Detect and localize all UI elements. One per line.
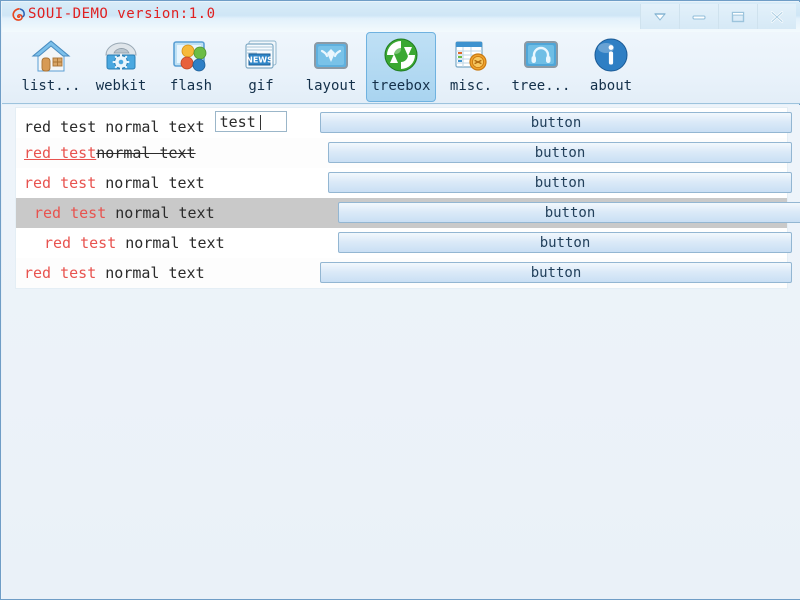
row-label-gap: [106, 204, 115, 222]
skin-button[interactable]: [640, 4, 679, 29]
row-button[interactable]: button: [320, 112, 792, 133]
close-icon: [770, 10, 784, 23]
row-button[interactable]: button: [328, 172, 792, 193]
minimize-button[interactable]: [679, 4, 718, 29]
table-row[interactable]: red test normal text button: [16, 198, 800, 228]
row-labels: red test normal text: [24, 264, 205, 282]
home-house-icon: [30, 35, 72, 77]
table-row[interactable]: red test normal text button: [16, 228, 792, 258]
row-red-label: red test: [24, 264, 97, 282]
toolbar-item-tree[interactable]: tree...: [506, 32, 576, 102]
row-labels: red test normal text: [24, 174, 205, 192]
toolbar-item-about[interactable]: about: [576, 32, 646, 102]
news-window-icon: NEWS: [240, 35, 282, 77]
row-red-label: red test: [34, 204, 107, 222]
row-label-gap: [116, 234, 125, 252]
row-button[interactable]: button: [338, 202, 800, 223]
toolbar-item-flash[interactable]: flash: [156, 32, 226, 102]
row-normal-label: normal text: [115, 204, 215, 222]
row-button[interactable]: button: [328, 142, 792, 163]
toolbar-item-label: layout: [305, 78, 357, 94]
app-window: SOUI-DEMO version:1.0 list... webkit fla…: [0, 0, 800, 600]
toolbar-item-misc[interactable]: misc.: [436, 32, 506, 102]
row-normal-label: normal text: [96, 144, 196, 162]
gear-dome-icon: [100, 35, 142, 77]
row-button[interactable]: button: [338, 232, 792, 253]
layout-emblem-icon: [310, 35, 352, 77]
row-normal-label: normal text: [105, 264, 205, 282]
row-edit-value: test: [219, 112, 256, 131]
table-row[interactable]: red test normal text test button: [16, 108, 792, 138]
toolbar-item-gif[interactable]: NEWS gif: [226, 32, 296, 102]
text-caret: [259, 114, 261, 130]
toolbar-item-label: treebox: [371, 78, 431, 94]
title-area: SOUI-DEMO version:1.0: [12, 7, 216, 21]
toolbar-item-label: gif: [248, 78, 274, 94]
row-red-label: red test: [24, 174, 97, 192]
toolbar-item-label: tree...: [511, 78, 571, 94]
row-labels: red test normal text: [34, 204, 215, 222]
window-title: SOUI-DEMO version:1.0: [28, 6, 216, 22]
tree-list[interactable]: red test normal text test button red test no…: [15, 107, 800, 289]
table-row[interactable]: red test normal text button: [16, 138, 792, 168]
row-labels: red test normal text: [24, 144, 196, 162]
info-circle-icon: [590, 35, 632, 77]
row-label-gap: [96, 118, 105, 136]
row-red-label: red test: [24, 117, 97, 136]
row-labels: red test normal text: [44, 234, 225, 252]
maximize-icon: [731, 11, 745, 22]
spreadsheet-coin-icon: [450, 35, 492, 77]
row-label-gap: [96, 264, 105, 282]
toolbar-item-label: about: [589, 78, 633, 94]
client-area: red test normal text test button red test no…: [2, 105, 800, 599]
row-labels: red test normal text test: [24, 110, 287, 136]
row-normal-label: normal text: [105, 117, 205, 136]
toolbar-item-label: flash: [169, 78, 213, 94]
row-normal-label: normal text: [105, 174, 205, 192]
row-button[interactable]: button: [320, 262, 792, 283]
flame-swirl-icon: [12, 7, 26, 21]
close-button[interactable]: [757, 4, 796, 29]
toolbar-item-label: misc.: [449, 78, 493, 94]
maximize-button[interactable]: [718, 4, 757, 29]
row-normal-label: normal text: [125, 234, 225, 252]
table-row[interactable]: red test normal text button: [16, 168, 792, 198]
main-toolbar: list... webkit flash NEWS gif layout tre…: [2, 32, 800, 104]
row-red-label: red test: [44, 234, 117, 252]
toolbar-item-layout[interactable]: layout: [296, 32, 366, 102]
row-edit-input[interactable]: test: [214, 110, 287, 132]
toolbar-item-label: webkit: [95, 78, 147, 94]
title-bar[interactable]: SOUI-DEMO version:1.0: [2, 2, 800, 33]
chevron-down-icon: [653, 12, 667, 21]
color-balls-screen-icon: [170, 35, 212, 77]
headphone-screen-icon: [520, 35, 562, 77]
minimize-icon: [692, 15, 706, 19]
svg-text:NEWS: NEWS: [246, 55, 273, 64]
row-label-gap: [96, 174, 105, 192]
green-globe-arrow-icon: [380, 35, 422, 77]
toolbar-item-webkit[interactable]: webkit: [86, 32, 156, 102]
toolbar-item-treebox[interactable]: treebox: [366, 32, 436, 102]
row-red-label: red test: [24, 144, 97, 162]
toolbar-item-list[interactable]: list...: [16, 32, 86, 102]
table-row[interactable]: red test normal text button: [16, 258, 792, 288]
system-buttons: [640, 4, 796, 29]
toolbar-item-label: list...: [21, 78, 81, 94]
